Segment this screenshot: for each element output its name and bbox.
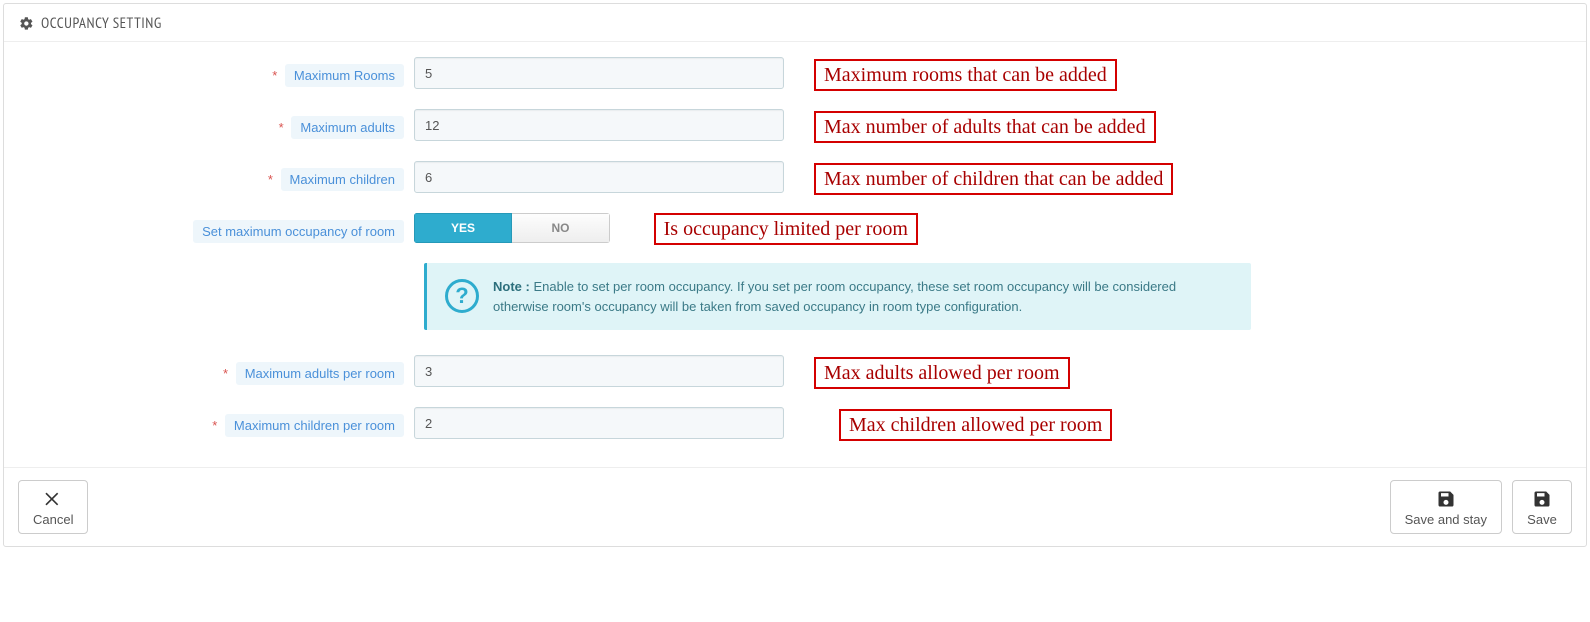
label-max-adults-room: Maximum adults per room (236, 362, 404, 385)
gear-icon (19, 16, 34, 31)
input-max-children-room[interactable] (414, 407, 784, 439)
required-mark: * (272, 68, 277, 83)
annotation-children: Max number of children that can be added (814, 163, 1173, 195)
required-mark: * (268, 172, 273, 187)
annotation-adults-room: Max adults allowed per room (814, 357, 1070, 389)
save-label: Save (1527, 513, 1557, 527)
annotation-children-room: Max children allowed per room (839, 409, 1112, 441)
label-max-rooms: Maximum Rooms (285, 64, 404, 87)
row-max-children: * Maximum children Max number of childre… (19, 161, 1571, 195)
toggle-yes[interactable]: YES (414, 213, 512, 243)
row-max-rooms: * Maximum Rooms Maximum rooms that can b… (19, 57, 1571, 91)
label-max-children: Maximum children (281, 168, 404, 191)
cancel-button[interactable]: Cancel (18, 480, 88, 534)
annotation-adults: Max number of adults that can be added (814, 111, 1156, 143)
save-icon (1532, 489, 1552, 509)
note-text: Enable to set per room occupancy. If you… (493, 279, 1176, 314)
footer-bar: Cancel Save and stay Save (4, 467, 1586, 546)
occupancy-setting-panel: OCCUPANCY SETTING * Maximum Rooms Maximu… (3, 3, 1587, 547)
required-mark: * (223, 366, 228, 381)
help-icon: ? (445, 279, 479, 313)
input-max-adults[interactable] (414, 109, 784, 141)
annotation-rooms: Maximum rooms that can be added (814, 59, 1117, 91)
row-max-adults-room: * Maximum adults per room Max adults all… (19, 355, 1571, 389)
form-area: * Maximum Rooms Maximum rooms that can b… (4, 42, 1586, 467)
label-max-adults: Maximum adults (291, 116, 404, 139)
row-max-children-room: * Maximum children per room Max children… (19, 407, 1571, 441)
annotation-occupancy: Is occupancy limited per room (654, 213, 918, 245)
save-icon (1436, 489, 1456, 509)
label-set-occupancy: Set maximum occupancy of room (193, 220, 404, 243)
save-stay-button[interactable]: Save and stay (1390, 480, 1502, 534)
required-mark: * (212, 418, 217, 433)
panel-title: OCCUPANCY SETTING (41, 14, 162, 33)
close-icon (43, 489, 63, 509)
toggle-set-occupancy[interactable]: YES NO (414, 213, 610, 243)
note-box: ? Note : Enable to set per room occupanc… (424, 263, 1251, 330)
save-stay-label: Save and stay (1405, 513, 1487, 527)
row-set-occupancy: Set maximum occupancy of room YES NO Is … (19, 213, 1571, 245)
label-max-children-room: Maximum children per room (225, 414, 404, 437)
required-mark: * (279, 120, 284, 135)
input-max-rooms[interactable] (414, 57, 784, 89)
input-max-children[interactable] (414, 161, 784, 193)
panel-heading: OCCUPANCY SETTING (4, 4, 1586, 42)
cancel-label: Cancel (33, 513, 73, 527)
note-prefix: Note : (493, 279, 530, 294)
row-max-adults: * Maximum adults Max number of adults th… (19, 109, 1571, 143)
save-button[interactable]: Save (1512, 480, 1572, 534)
toggle-no[interactable]: NO (512, 213, 610, 243)
note-body: Note : Enable to set per room occupancy.… (493, 277, 1233, 316)
input-max-adults-room[interactable] (414, 355, 784, 387)
